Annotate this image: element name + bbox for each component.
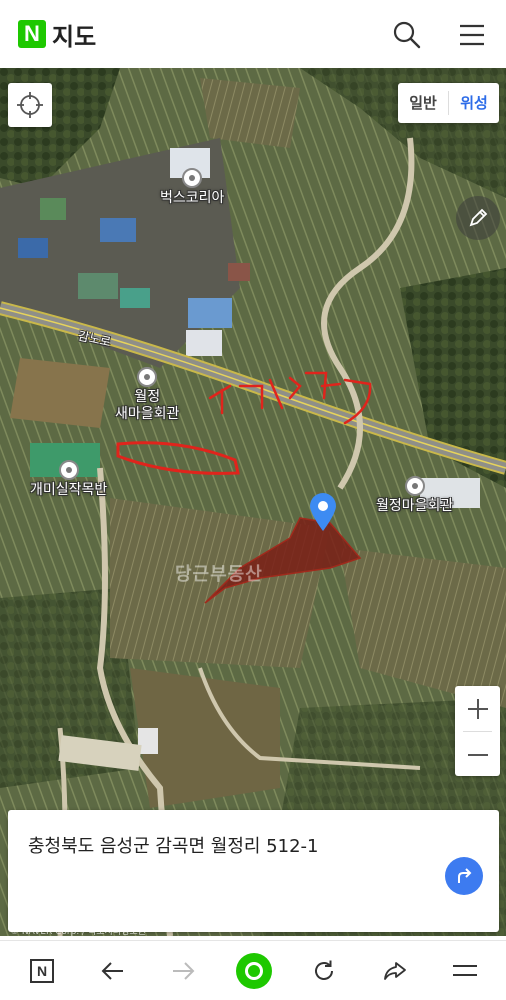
poi-gaemisil-farm-group[interactable]: 개미실작목반 [30, 460, 107, 499]
map-type-toggle: 일반 위성 [398, 83, 499, 123]
refresh-button[interactable] [304, 951, 344, 991]
plus-icon [467, 698, 488, 719]
map-type-normal[interactable]: 일반 [398, 83, 448, 123]
menu-icon [453, 965, 477, 976]
refresh-icon [315, 960, 333, 980]
directions-button[interactable] [445, 857, 483, 895]
zoom-in-button[interactable] [455, 686, 500, 731]
app-title: 지도 [52, 23, 97, 51]
map-type-satellite[interactable]: 위성 [449, 83, 499, 123]
address-text: 충청북도 음성군 감곡면 월정리 512-1 [28, 836, 319, 857]
satellite-map[interactable]: 벅스코리아 월정 새마을회관 개미실작목반 월정마을회관 감노로 당근부동산 [0, 68, 506, 936]
poi-woljeong-saemaeul-hall[interactable]: 월정 새마을회관 [115, 367, 179, 423]
crosshair-icon [17, 92, 43, 118]
poi-pin-icon [182, 168, 203, 188]
green-home-icon [236, 953, 272, 989]
search-icon [393, 21, 421, 49]
poi-pin-icon [404, 476, 425, 496]
poi-pin-icon [58, 460, 79, 480]
draw-button[interactable] [456, 196, 500, 240]
poi-woljeong-village-hall[interactable]: 월정마을회관 [376, 476, 453, 515]
naver-home-icon: N [30, 959, 54, 983]
zoom-control [455, 686, 500, 776]
hamburger-menu-icon [460, 24, 484, 46]
green-home-button[interactable] [234, 951, 274, 991]
poi-label: 월정마을회관 [376, 498, 454, 514]
location-marker-icon[interactable] [308, 492, 338, 532]
app-header: N 지도 [0, 0, 506, 68]
more-menu-button[interactable] [445, 951, 485, 991]
minus-icon [467, 753, 488, 756]
back-button[interactable] [93, 951, 133, 991]
forward-arrow-icon [173, 962, 195, 980]
poi-bugs-korea[interactable]: 벅스코리아 [160, 168, 224, 207]
poi-label: 개미실작목반 [30, 482, 108, 498]
back-arrow-icon [101, 962, 123, 980]
share-button[interactable] [375, 951, 415, 991]
share-icon [384, 962, 406, 980]
map-copyright: © NAVER Corp. / 국토지리정보원 [10, 927, 146, 937]
search-button[interactable] [390, 18, 424, 52]
watermark: 당근부동산 [175, 564, 263, 585]
poi-pin-icon [137, 367, 158, 387]
share-arrow-icon [458, 868, 472, 883]
zoom-out-button[interactable] [455, 732, 500, 777]
naver-home-button[interactable]: N [22, 951, 62, 991]
address-card[interactable]: 충청북도 음성군 감곡면 월정리 512-1 [8, 810, 499, 932]
poi-label: 월정 새마을회관 [115, 389, 180, 422]
browser-bottom-bar: N [0, 940, 506, 1000]
forward-button[interactable] [163, 951, 203, 991]
current-location-button[interactable] [8, 83, 52, 127]
menu-button[interactable] [455, 18, 489, 52]
naver-logo[interactable]: N [18, 20, 46, 48]
poi-label: 벅스코리아 [160, 190, 225, 206]
pencil-icon [469, 208, 488, 227]
